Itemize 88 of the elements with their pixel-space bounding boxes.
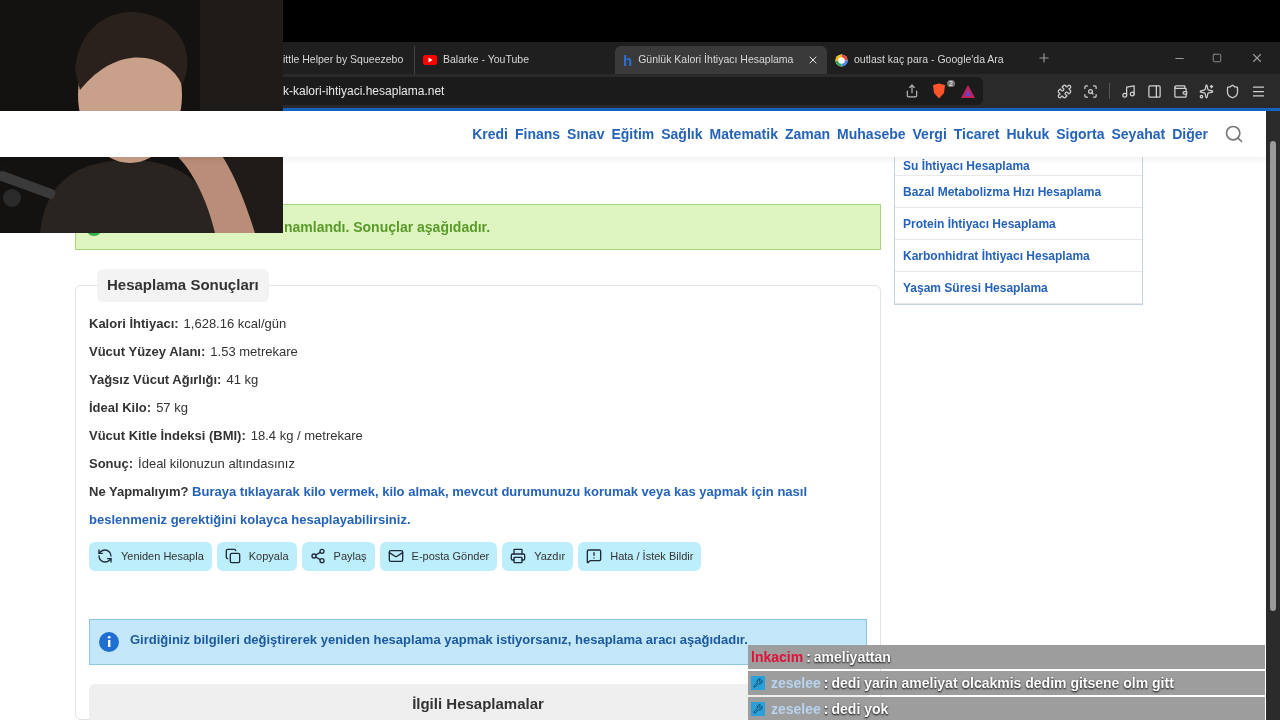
nav-link[interactable]: Eğitim: [611, 123, 655, 145]
result-value: 1,628.16 kcal/gün: [183, 314, 287, 333]
triangle-icon[interactable]: [961, 84, 975, 98]
action-button[interactable]: Hata / İstek Bildir: [578, 541, 702, 571]
scrollbar[interactable]: [1266, 111, 1280, 720]
search-icon[interactable]: [1224, 124, 1244, 144]
nav-link[interactable]: Sigorta: [1056, 123, 1105, 145]
action-button[interactable]: Yeniden Hesapla: [89, 541, 212, 571]
sidebar-link[interactable]: Karbonhidrat İhtiyacı Hesaplama: [903, 248, 1090, 263]
advice-text[interactable]: Ne Yapmalıyım? Buraya tıklayarak kilo vermek, kilo almak, mevcut durumunuzu korumak veya kas yapmak için nasıl beslenmeniz gerektiğini kolayca hesaplayabilirsiniz.: [89, 477, 867, 534]
tab-title: Balarke - YouTube: [443, 52, 530, 68]
result-value: İdeal kilonuzun altındasınız: [138, 454, 295, 473]
info-icon: [98, 630, 120, 653]
refresh-icon: [97, 548, 113, 564]
nav-link[interactable]: Kredi: [472, 123, 508, 145]
nav-link[interactable]: Hukuk: [1006, 123, 1050, 145]
nav-link[interactable]: Matematik: [709, 123, 778, 145]
action-button[interactable]: Yazdır: [502, 541, 574, 571]
wrench-badge-icon: [751, 676, 765, 690]
share-icon[interactable]: [905, 84, 920, 98]
mail-icon: [387, 548, 404, 564]
sidebar-link[interactable]: Su İhtiyacı Hesaplama: [903, 159, 1030, 173]
chat-username: lnkacim: [751, 647, 804, 667]
tab-title: outlast kaç para - Google'da Ara: [854, 52, 1005, 68]
new-tab-icon[interactable]: [1037, 51, 1051, 65]
video-icon: [423, 55, 437, 65]
nav-link[interactable]: Finans: [514, 123, 561, 145]
tab-title: Günlük Kalori İhtiyacı Hesaplama: [638, 52, 795, 68]
alert-text: namlandı. Sonuçlar aşağıdadır.: [284, 217, 491, 237]
printer-icon: [510, 548, 527, 564]
result-value: 41 kg: [226, 370, 259, 389]
nav-link[interactable]: Sınav: [567, 123, 605, 145]
chat-text: ameliyattan: [813, 647, 891, 667]
sidebar-icon[interactable]: [1147, 83, 1162, 99]
result-value: 18.4 kg / metrekare: [250, 426, 363, 445]
maximize-icon[interactable]: [1212, 53, 1222, 63]
share-icon: [309, 548, 326, 564]
chat-separator: :: [806, 647, 811, 667]
lion-shield-icon[interactable]: [931, 83, 948, 99]
action-button[interactable]: Paylaş: [301, 541, 375, 571]
chat-username: zeselee: [771, 673, 821, 693]
result-label: İdeal Kilo:: [89, 398, 152, 417]
browser-tab[interactable]: Balarke - YouTube: [415, 46, 615, 74]
nav-link[interactable]: Seyahat: [1111, 123, 1166, 145]
url-text: k-kalori-ihtiyaci.hesaplama.net: [283, 83, 446, 100]
nav-link[interactable]: Diğer: [1172, 123, 1208, 145]
screenshot-icon[interactable]: [1083, 83, 1098, 99]
tab-title: ittle Helper by Squeezebo: [283, 52, 405, 68]
info-text: Girdiğiniz bilgileri değiştirerek yeniden hesaplama yapmak istiyorsanız, hesaplama aracı aşağıdadır.: [130, 630, 748, 649]
copy-icon: [224, 548, 241, 564]
close-icon[interactable]: [807, 54, 819, 66]
sidebar-link[interactable]: Bazal Metabolizma Hızı Hesaplama: [903, 184, 1102, 199]
sparkle-icon[interactable]: [1199, 83, 1214, 99]
site-logo-icon: h: [623, 52, 633, 68]
close-icon[interactable]: [1250, 51, 1264, 65]
wallet-icon[interactable]: [1173, 83, 1188, 99]
chat-username: zeselee: [771, 699, 821, 719]
related-title: İlgili Hesaplamalar: [412, 693, 544, 714]
nav-link[interactable]: Sağlık: [661, 123, 703, 145]
chat-separator: :: [823, 699, 829, 719]
sidebar-link[interactable]: Yaşam Süresi Hesaplama: [903, 280, 1048, 295]
browser-tab[interactable]: outlast kaç para - Google'da Ara: [827, 46, 1027, 74]
music-icon[interactable]: [1121, 83, 1136, 99]
result-label: Vücut Yüzey Alanı:: [89, 342, 206, 361]
wrench-badge-icon: [751, 702, 765, 716]
nav-link[interactable]: Zaman: [784, 123, 831, 145]
action-button[interactable]: Kopyala: [216, 541, 297, 571]
colored-circle-icon: [835, 53, 848, 67]
action-button[interactable]: E-posta Gönder: [379, 541, 498, 571]
result-value: 1.53 metrekare: [210, 342, 298, 361]
result-label: Kalori İhtiyacı:: [89, 314, 179, 333]
nav-link[interactable]: Vergi: [912, 123, 947, 145]
sidebar-link[interactable]: Protein İhtiyacı Hesaplama: [903, 216, 1056, 231]
chat-text: dedi yok: [831, 699, 889, 719]
result-value: 57 kg: [156, 398, 188, 417]
menu-icon[interactable]: [1251, 83, 1266, 99]
result-label: Yağsız Vücut Ağırlığı:: [89, 370, 222, 389]
warning-message-icon: [586, 548, 603, 564]
result-label: Vücut Kitle İndeksi (BMI):: [89, 426, 246, 445]
results-title: Hesaplama Sonuçları: [97, 269, 269, 302]
nav-link[interactable]: Muhasebe: [837, 123, 906, 145]
chat-text: dedi yarin ameliyat olcakmis dedim gitsene olm gitt: [831, 673, 1174, 693]
puzzle-icon[interactable]: [1057, 83, 1072, 99]
result-label: Sonuç:: [89, 454, 134, 473]
chat-separator: :: [823, 673, 829, 693]
browser-tab[interactable]: h Günlük Kalori İhtiyacı Hesaplama: [615, 46, 827, 74]
nav-link[interactable]: Ticaret: [953, 123, 1000, 145]
shield-icon[interactable]: [1225, 83, 1240, 99]
